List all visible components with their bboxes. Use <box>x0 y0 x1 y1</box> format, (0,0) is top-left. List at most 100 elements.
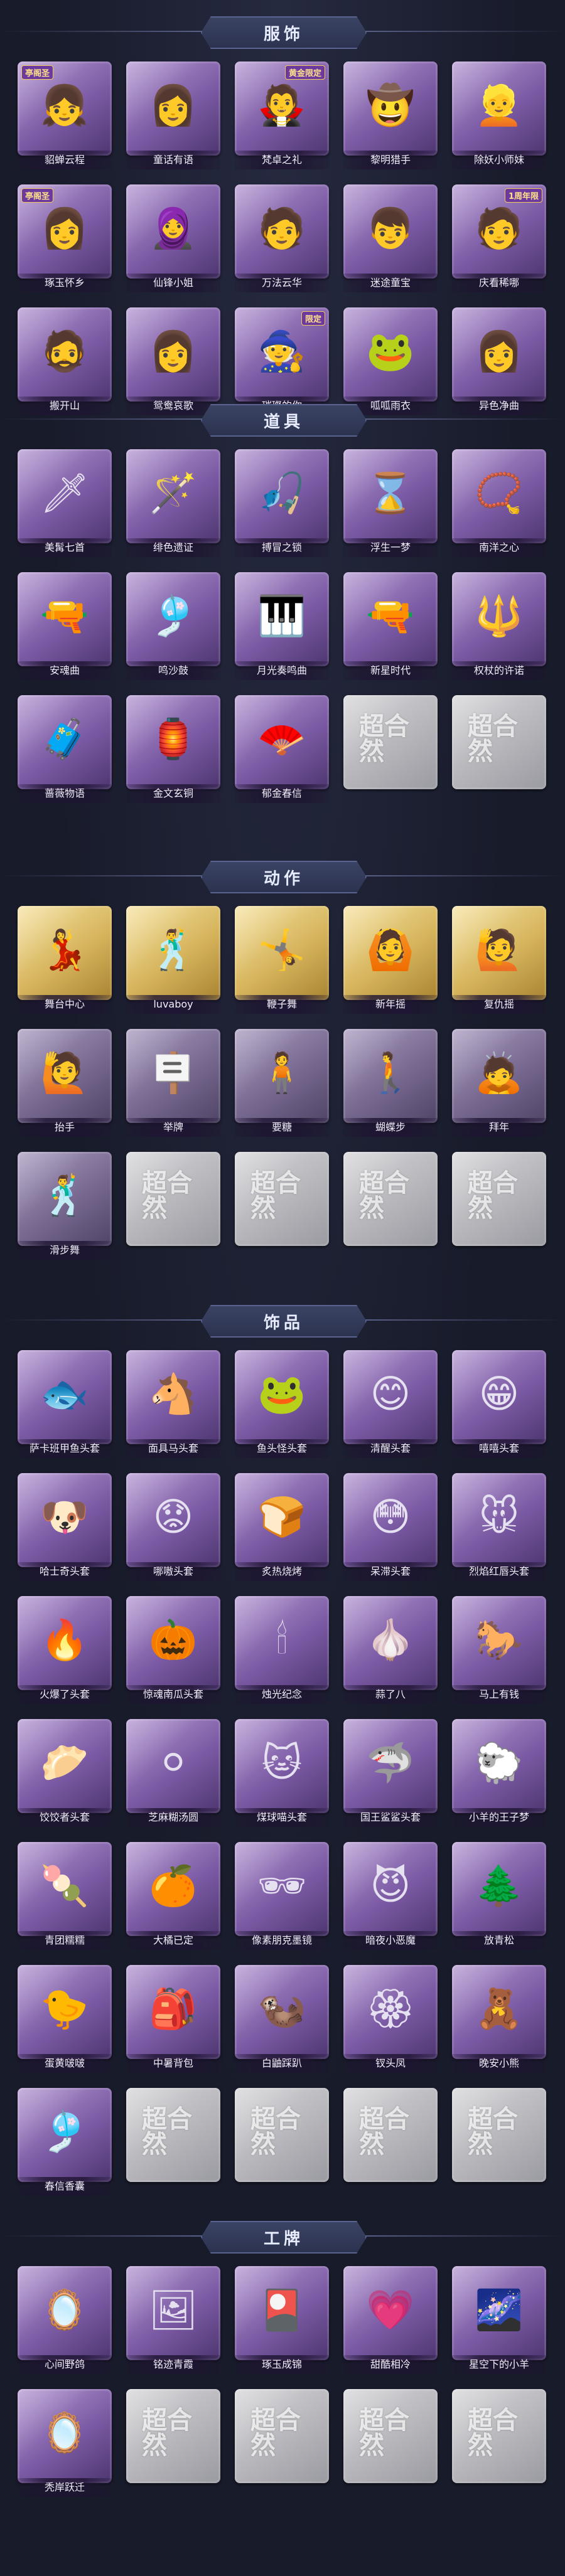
item-card[interactable]: 😈 暗夜小恶魔 <box>343 1842 438 1952</box>
item-card[interactable]: 🦦 白鼬踩趴 <box>235 1965 329 2075</box>
item-card[interactable]: 🐎 马上有钱 <box>452 1596 546 1706</box>
item-card[interactable]: 🧑 1周年限 庆看稀哪 <box>452 184 546 295</box>
item-card[interactable]: 🎴 琢玉成锦 <box>235 2266 329 2376</box>
dagger-icon: 🗡 <box>40 470 90 516</box>
hourglass-icon: ⌛ <box>366 470 415 516</box>
empty-slot[interactable]: 超合然 <box>235 2389 329 2499</box>
item-card[interactable]: 🥟 饺饺者头套 <box>18 1719 112 1829</box>
item-card[interactable]: ⚪ 芝麻糊汤圆 <box>126 1719 220 1829</box>
item-card[interactable]: 🦈 国王鲨鲨头套 <box>343 1719 438 1829</box>
item-card[interactable]: 🤠 黎明猎手 <box>343 61 438 172</box>
item-card[interactable]: 🧛 黄金限定 梵卓之礼 <box>235 61 329 172</box>
empty-slot[interactable]: 超合然 <box>126 1152 220 1262</box>
item-card[interactable]: 🕺 luvaboy <box>126 906 220 1016</box>
item-label: 钗头凤 <box>343 2054 438 2073</box>
item-card[interactable]: 🧑 万法云华 <box>235 184 329 295</box>
item-card[interactable]: 🎐 春信香囊 <box>18 2088 112 2198</box>
item-card[interactable]: 🔫 安魂曲 <box>18 572 112 683</box>
empty-slot[interactable]: 超合然 <box>126 2389 220 2499</box>
item-card[interactable]: 🖼 铭迹青霞 <box>126 2266 220 2376</box>
item-card[interactable]: 🙋 复仇摇 <box>452 906 546 1016</box>
empty-slot[interactable]: 超合然 <box>343 695 438 806</box>
empty-slot[interactable]: 超合然 <box>126 2088 220 2198</box>
item-card[interactable]: 🧍 要糖 <box>235 1029 329 1139</box>
item-card[interactable]: 👧 亭阁圣 貂蝉云程 <box>18 61 112 172</box>
item-card[interactable]: 💃 舞台中心 <box>18 906 112 1016</box>
item-card[interactable]: 👩 童话有语 <box>126 61 220 172</box>
item-card[interactable]: 🍡 青团糯糯 <box>18 1842 112 1952</box>
item-card[interactable]: 🧸 晚安小熊 <box>452 1965 546 2075</box>
item-card[interactable]: 🐶 哈士奇头套 <box>18 1473 112 1583</box>
item-card[interactable]: 😊 清醒头套 <box>343 1350 438 1461</box>
item-card[interactable]: 🧕 仙锋小姐 <box>126 184 220 295</box>
empty-slot[interactable]: 超合然 <box>452 695 546 806</box>
item-card[interactable]: 🧄 蒜了八 <box>343 1596 438 1706</box>
item-card[interactable]: 🐭 烈焰红唇头套 <box>452 1473 546 1583</box>
item-card[interactable]: 🗡 美髯七首 <box>18 449 112 560</box>
item-card[interactable]: 🎃 惊魂南瓜头套 <box>126 1596 220 1706</box>
item-card[interactable]: 🙆 新年摇 <box>343 906 438 1016</box>
item-card[interactable]: 🔱 权杖的许诺 <box>452 572 546 683</box>
item-card[interactable]: 😁 嘻嘻头套 <box>452 1350 546 1461</box>
item-card[interactable]: 🕶 像素朋克墨镜 <box>235 1842 329 1952</box>
item-card[interactable]: 🎒 中暑背包 <box>126 1965 220 2075</box>
item-card[interactable]: 🤸 鞭子舞 <box>235 906 329 1016</box>
item-card[interactable]: 🐑 小羊的王子梦 <box>452 1719 546 1829</box>
item-card[interactable]: 🔫 新星时代 <box>343 572 438 683</box>
item-frame: 🔥 <box>18 1596 112 1690</box>
item-label: 舞台中心 <box>18 995 112 1014</box>
gun-icon: 🔫 <box>40 593 89 639</box>
item-card[interactable]: 💗 甜酷相冷 <box>343 2266 438 2376</box>
item-card[interactable]: 🎣 搏冒之锁 <box>235 449 329 560</box>
item-card[interactable]: 🍞 炙热烧烤 <box>235 1473 329 1583</box>
empty-slot[interactable]: 超合然 <box>452 2088 546 2198</box>
item-card[interactable]: 😟 哪嗷头套 <box>126 1473 220 1583</box>
item-card[interactable]: 🎐 鸣沙鼓 <box>126 572 220 683</box>
item-card[interactable]: 🏮 金文玄铜 <box>126 695 220 806</box>
item-card[interactable]: 🐤 蛋黄啵啵 <box>18 1965 112 2075</box>
item-card[interactable]: 🧳 蔷薇物语 <box>18 695 112 806</box>
item-card[interactable]: 🏵 钗头凤 <box>343 1965 438 2075</box>
empty-slot[interactable]: 超合然 <box>343 1152 438 1262</box>
item-card[interactable]: 🕯 烛光纪念 <box>235 1596 329 1706</box>
worried-head-icon: 😟 <box>153 1494 194 1540</box>
item-card[interactable]: 🔥 火爆了头套 <box>18 1596 112 1706</box>
item-frame: 🎐 <box>18 2088 112 2182</box>
empty-slot[interactable]: 超合然 <box>343 2088 438 2198</box>
item-card[interactable]: 🙇 拜年 <box>452 1029 546 1139</box>
empty-slot[interactable]: 超合然 <box>235 1152 329 1262</box>
item-card[interactable]: 🚶 蝴蝶步 <box>343 1029 438 1139</box>
item-card[interactable]: ⌛ 浮生一梦 <box>343 449 438 560</box>
empty-slot[interactable]: 超合然 <box>452 2389 546 2499</box>
empty-slot[interactable]: 超合然 <box>235 2088 329 2198</box>
item-label: 暗夜小恶魔 <box>343 1931 438 1950</box>
item-card[interactable]: 🪞 心间野鸽 <box>18 2266 112 2376</box>
item-card[interactable]: 🎹 月光奏鸣曲 <box>235 572 329 683</box>
shark-head-icon: 🦈 <box>366 1740 415 1786</box>
item-card[interactable]: 🪞 秃岸跃迁 <box>18 2389 112 2499</box>
limited-badge: 黄金限定 <box>284 65 325 80</box>
empty-slot[interactable]: 超合然 <box>343 2389 438 2499</box>
item-card[interactable]: 🪭 郁金春信 <box>235 695 329 806</box>
item-frame: 🙆 <box>343 906 438 1000</box>
item-card[interactable]: 🙋 抬手 <box>18 1029 112 1139</box>
item-card[interactable]: 😳 呆滞头套 <box>343 1473 438 1583</box>
item-card[interactable]: 🌌 星空下的小羊 <box>452 2266 546 2376</box>
divider-line <box>0 31 207 32</box>
section-header: 工牌 <box>0 2218 565 2254</box>
item-card[interactable]: 🪧 举牌 <box>126 1029 220 1139</box>
item-card[interactable]: 🪄 绯色遗证 <box>126 449 220 560</box>
item-card[interactable]: 👩 亭阁圣 琢玉怀乡 <box>18 184 112 295</box>
item-card[interactable]: 🌲 放青松 <box>452 1842 546 1952</box>
empty-slot[interactable]: 超合然 <box>452 1152 546 1262</box>
item-card[interactable]: 🐟 萨卡班甲鱼头套 <box>18 1350 112 1461</box>
item-card[interactable]: 📿 南洋之心 <box>452 449 546 560</box>
item-label: 清醒头套 <box>343 1439 438 1458</box>
item-card[interactable]: 🕺 滑步舞 <box>18 1152 112 1262</box>
item-card[interactable]: 👱 除妖小师妹 <box>452 61 546 172</box>
item-card[interactable]: 🐱 煤球喵头套 <box>235 1719 329 1829</box>
item-card[interactable]: 🐴 面具马头套 <box>126 1350 220 1461</box>
item-card[interactable]: 🐸 鱼头怪头套 <box>235 1350 329 1461</box>
item-card[interactable]: 🍊 大橘已定 <box>126 1842 220 1952</box>
item-card[interactable]: 👦 迷途童宝 <box>343 184 438 295</box>
